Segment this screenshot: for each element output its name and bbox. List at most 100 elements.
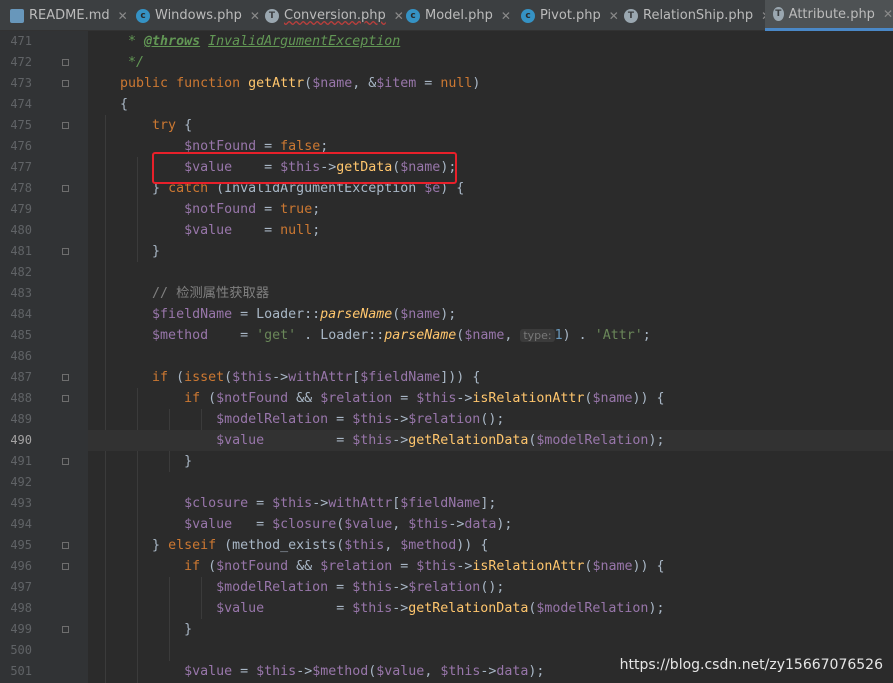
code-line-490: $value = $this->getRelationData($modelRe… bbox=[88, 430, 893, 451]
fold-marker-icon[interactable] bbox=[62, 185, 69, 192]
code-line-473: public function getAttr($name, &$item = … bbox=[120, 76, 481, 91]
line-number: 475 bbox=[10, 118, 32, 132]
code-line-499: } bbox=[88, 622, 193, 637]
annotation-highlight-box bbox=[152, 152, 457, 184]
tab-relationship[interactable]: T RelationShip.php ✕ bbox=[624, 0, 771, 31]
code-line-487: if (isset($this->withAttr[$fieldName])) … bbox=[152, 370, 481, 385]
line-number: 483 bbox=[10, 286, 32, 300]
tab-readme[interactable]: README.md ✕ bbox=[10, 0, 128, 31]
markdown-file-icon bbox=[10, 8, 24, 23]
fold-marker-icon[interactable] bbox=[62, 626, 69, 633]
code-line-475: try { bbox=[152, 118, 193, 133]
close-icon[interactable]: ✕ bbox=[118, 9, 128, 23]
code-editor[interactable]: * @throws InvalidArgumentException */ pu… bbox=[88, 31, 893, 683]
code-line-483: // 检测属性获取器 bbox=[88, 283, 893, 304]
code-line-480: $value = null; bbox=[184, 223, 321, 238]
line-number: 474 bbox=[10, 97, 32, 111]
line-number: 489 bbox=[10, 412, 32, 426]
fold-marker-icon[interactable] bbox=[62, 248, 69, 255]
class-file-icon: c bbox=[521, 8, 535, 23]
fold-marker-icon[interactable] bbox=[62, 374, 69, 381]
line-number: 486 bbox=[10, 349, 32, 363]
parameter-hint: type: bbox=[520, 329, 555, 342]
line-number: 501 bbox=[10, 664, 32, 678]
line-number: 497 bbox=[10, 580, 32, 594]
line-number: 499 bbox=[10, 622, 32, 636]
line-number: 492 bbox=[10, 475, 32, 489]
trait-file-icon: T bbox=[773, 7, 784, 21]
line-number: 477 bbox=[10, 160, 32, 174]
line-number: 471 bbox=[10, 34, 32, 48]
code-line-498: $value = $this->getRelationData($modelRe… bbox=[216, 601, 665, 616]
code-line-494: $value = $closure($value, $this->data); bbox=[184, 517, 513, 532]
code-line-488: if ($notFound && $relation = $this->isRe… bbox=[184, 391, 665, 406]
fold-marker-icon[interactable] bbox=[62, 80, 69, 87]
line-number: 487 bbox=[10, 370, 32, 384]
line-number: 500 bbox=[10, 643, 32, 657]
tab-conversion[interactable]: T Conversion.php ✕ bbox=[265, 0, 404, 31]
tab-windows[interactable]: c Windows.php ✕ bbox=[136, 0, 260, 31]
tab-label: README.md bbox=[29, 8, 110, 23]
code-line-491: } bbox=[88, 454, 193, 469]
tab-label: Model.php bbox=[425, 8, 493, 23]
line-number-gutter[interactable]: 471 472 473 474 475 476 477 478 479 480 481 482 483 4… bbox=[0, 31, 88, 683]
line-number: 491 bbox=[10, 454, 32, 468]
fold-marker-icon[interactable] bbox=[62, 563, 69, 570]
line-number: 494 bbox=[10, 517, 32, 531]
fold-marker-icon[interactable] bbox=[62, 395, 69, 402]
line-number: 481 bbox=[10, 244, 32, 258]
code-line-472: */ bbox=[128, 55, 145, 70]
trait-file-icon: T bbox=[624, 8, 638, 23]
tab-attribute[interactable]: T Attribute.php ✕ bbox=[765, 0, 893, 31]
watermark: https://blog.csdn.net/zy15667076526 bbox=[619, 657, 883, 673]
line-number: 472 bbox=[10, 55, 32, 69]
close-icon[interactable]: ✕ bbox=[883, 7, 893, 21]
close-icon[interactable]: ✕ bbox=[609, 9, 619, 23]
line-number: 488 bbox=[10, 391, 32, 405]
fold-marker-icon[interactable] bbox=[62, 542, 69, 549]
code-comment: // 检测属性获取器 bbox=[152, 286, 270, 301]
line-number: 478 bbox=[10, 181, 32, 195]
editor-tab-bar: README.md ✕ c Windows.php ✕ T Conversion… bbox=[0, 0, 893, 31]
line-number: 484 bbox=[10, 307, 32, 321]
code-line-495: } elseif (method_exists($this, $method))… bbox=[88, 538, 489, 553]
tab-label: Windows.php bbox=[155, 8, 242, 23]
code-line-474: { bbox=[88, 97, 129, 112]
close-icon[interactable]: ✕ bbox=[250, 9, 260, 23]
code-line-497: $modelRelation = $this->$relation(); bbox=[216, 580, 505, 595]
tab-pivot[interactable]: c Pivot.php ✕ bbox=[521, 0, 619, 31]
tab-label: Pivot.php bbox=[540, 8, 601, 23]
class-file-icon: c bbox=[136, 8, 150, 23]
code-line-484: $fieldName = Loader::parseName($name); bbox=[152, 307, 457, 322]
tab-label: Conversion.php bbox=[284, 8, 386, 23]
line-number: 490 bbox=[10, 433, 32, 447]
code-line-489: $modelRelation = $this->$relation(); bbox=[216, 412, 505, 427]
fold-marker-icon[interactable] bbox=[62, 122, 69, 129]
tab-label: RelationShip.php bbox=[643, 8, 754, 23]
code-line-471: * @throws InvalidArgumentException bbox=[128, 34, 401, 49]
code-line-481: } bbox=[88, 244, 161, 259]
line-number: 493 bbox=[10, 496, 32, 510]
tab-label: Attribute.php bbox=[788, 6, 875, 22]
line-number: 482 bbox=[10, 265, 32, 279]
code-line-493: $closure = $this->withAttr[$fieldName]; bbox=[184, 496, 497, 511]
line-number: 485 bbox=[10, 328, 32, 342]
line-number: 479 bbox=[10, 202, 32, 216]
line-number: 480 bbox=[10, 223, 32, 237]
trait-file-icon: T bbox=[265, 8, 279, 23]
line-number: 476 bbox=[10, 139, 32, 153]
tab-model[interactable]: c Model.php ✕ bbox=[406, 0, 511, 31]
line-number: 498 bbox=[10, 601, 32, 615]
code-line-485: $method = 'get' . Loader::parseName($nam… bbox=[152, 328, 651, 343]
line-number: 496 bbox=[10, 559, 32, 573]
fold-marker-icon[interactable] bbox=[62, 59, 69, 66]
close-icon[interactable]: ✕ bbox=[394, 9, 404, 23]
close-icon[interactable]: ✕ bbox=[501, 9, 511, 23]
line-number: 473 bbox=[10, 76, 32, 90]
line-number: 495 bbox=[10, 538, 32, 552]
fold-marker-icon[interactable] bbox=[62, 458, 69, 465]
code-line-496: if ($notFound && $relation = $this->isRe… bbox=[184, 559, 665, 574]
